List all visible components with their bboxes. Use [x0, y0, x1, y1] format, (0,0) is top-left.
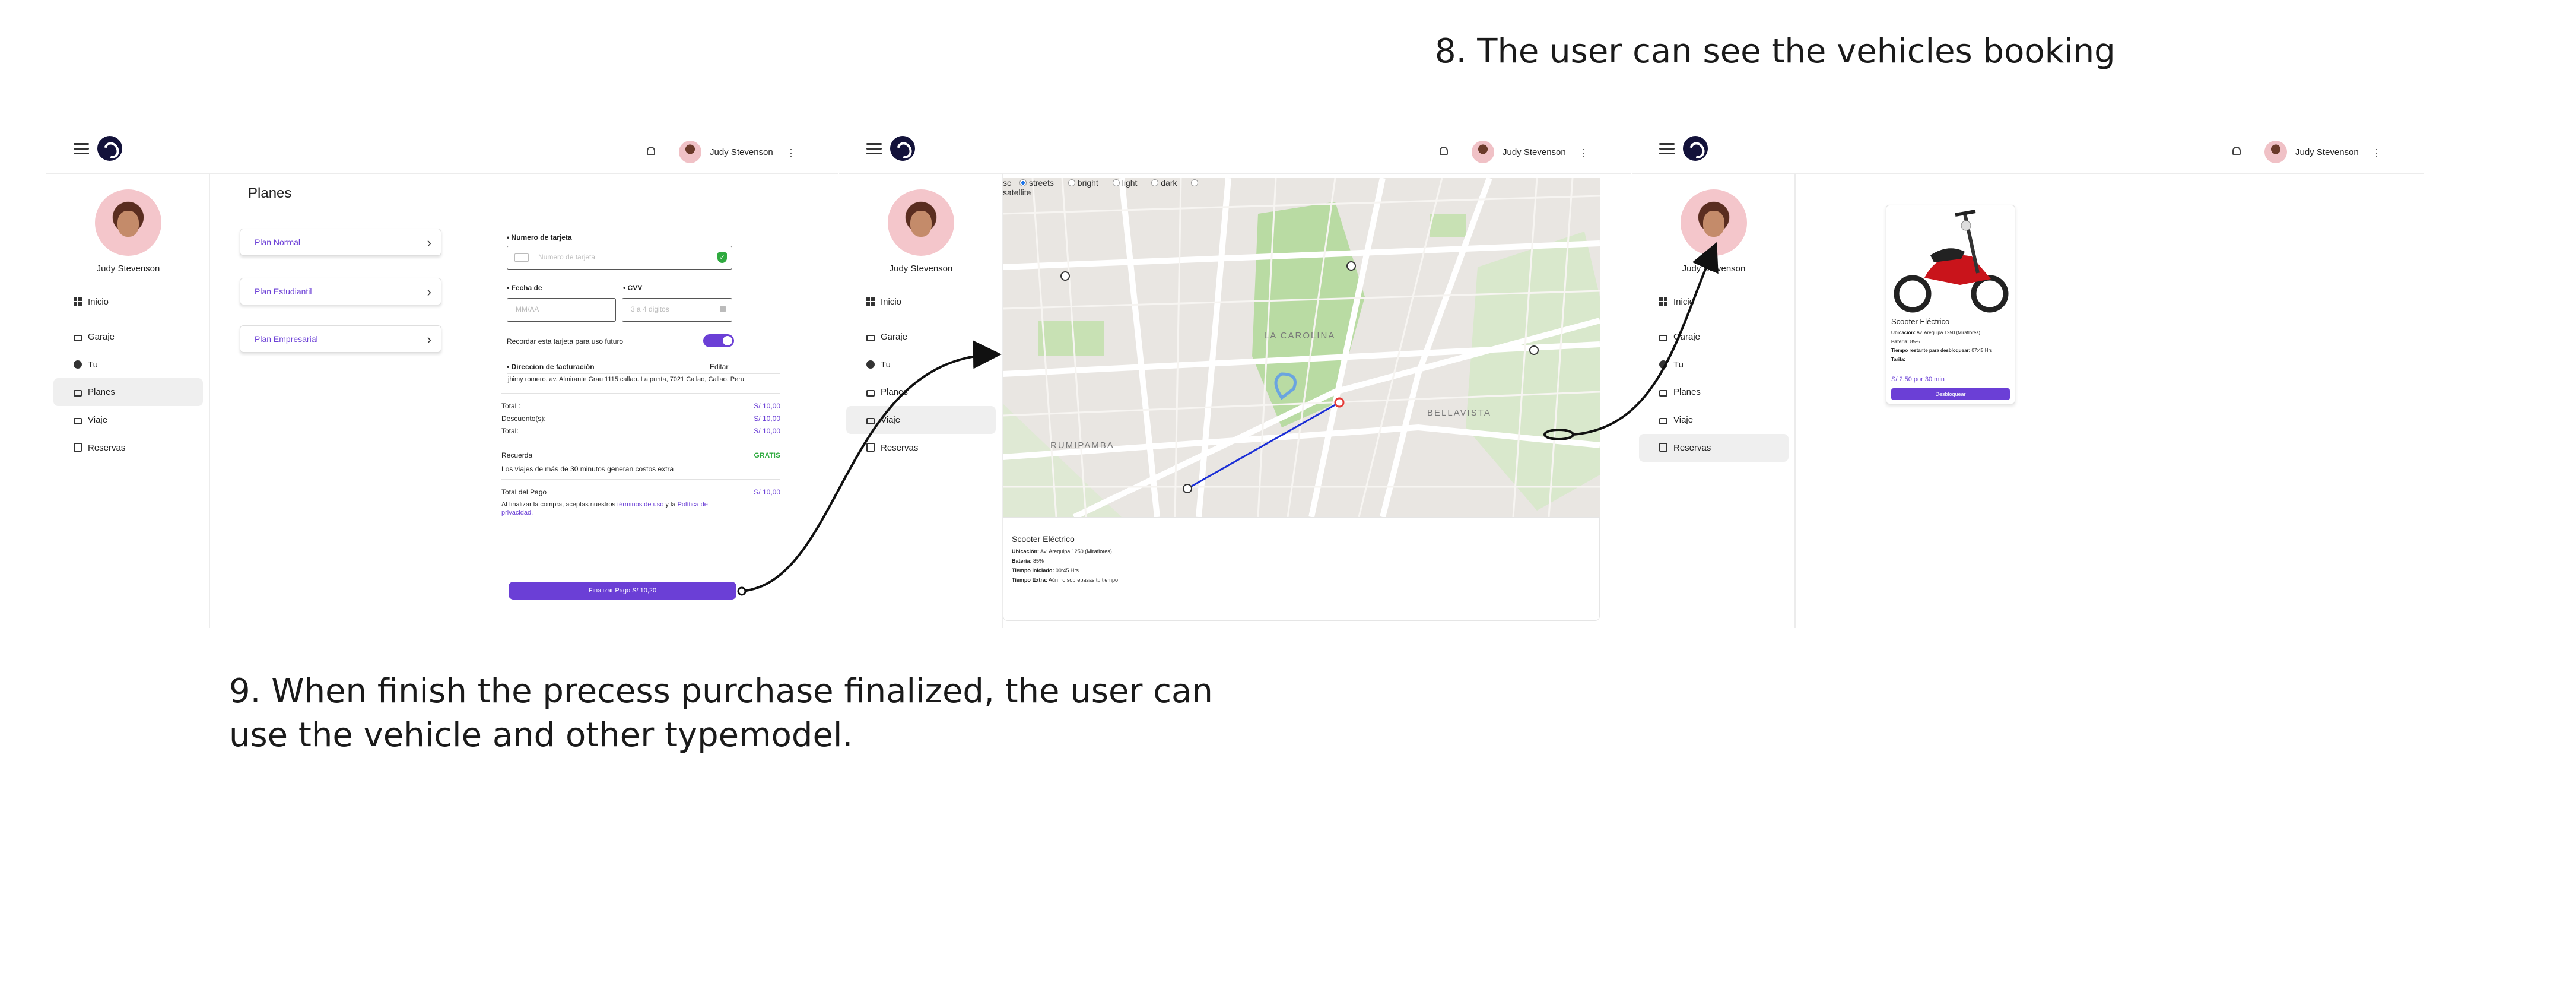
arrow-pay-to-map [741, 340, 1002, 592]
arrow-map-to-reservas [1573, 242, 1719, 436]
arrow-origin-marker [1543, 429, 1574, 440]
flow-arrows [737, 242, 1719, 596]
